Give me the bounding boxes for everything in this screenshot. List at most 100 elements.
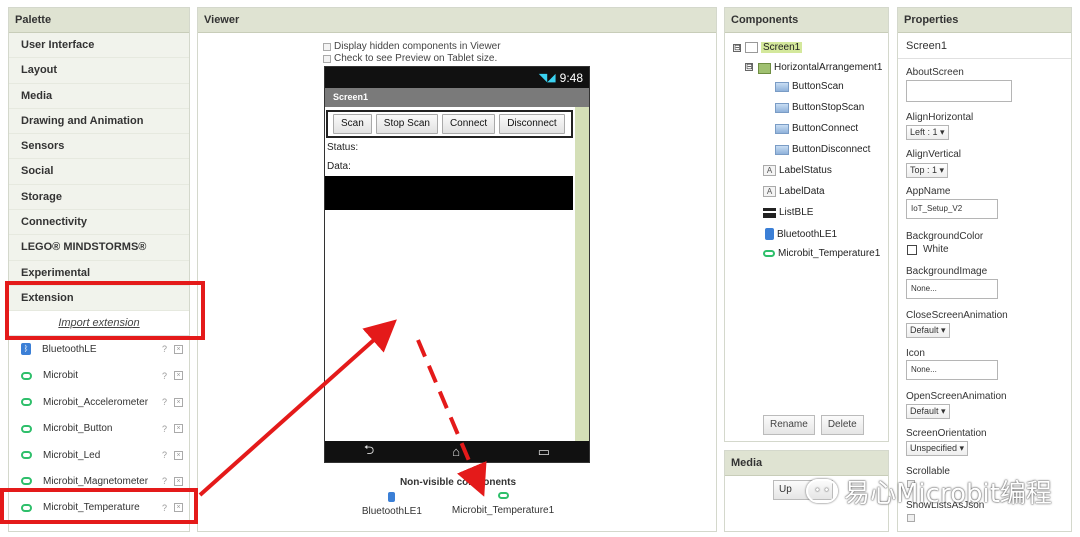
tree-node-buttonstopscan[interactable]: ButtonStopScan [775, 102, 864, 113]
home-icon[interactable]: ⌂ [452, 444, 460, 459]
open-animation-dropdown[interactable]: Default [906, 404, 950, 419]
list-ble[interactable] [325, 176, 573, 210]
status-label[interactable]: Status: [325, 138, 589, 157]
tree-node-buttonconnect[interactable]: ButtonConnect [775, 123, 858, 134]
microbit-icon [497, 492, 509, 499]
category-user-interface[interactable]: User Interface [9, 33, 189, 59]
checkbox-box[interactable] [323, 42, 331, 51]
display-hidden-checkbox[interactable]: Display hidden components in Viewer [323, 41, 501, 52]
show-lists-checkbox[interactable] [907, 514, 915, 522]
tree-node-screen1[interactable]: ⊟ Screen1 [733, 42, 803, 53]
checkbox-box[interactable] [323, 54, 331, 63]
help-icon[interactable]: ? [162, 371, 167, 381]
tree-node-buttonscan[interactable]: ButtonScan [775, 81, 844, 92]
phone-nav-bar: ⮌ ⌂ ▭ [325, 441, 589, 462]
tree-node-label: ButtonScan [792, 81, 844, 92]
remove-icon[interactable]: × [174, 450, 183, 460]
collapse-toggle-icon[interactable]: ⊟ [733, 43, 741, 52]
recent-apps-icon[interactable]: ▭ [538, 444, 550, 460]
category-sensors[interactable]: Sensors [9, 134, 189, 160]
extension-item-microbit-accelerometer[interactable]: Microbit_Accelerometer ? × [9, 389, 189, 415]
prop-icon-label: Icon [906, 348, 925, 359]
prop-align-horizontal-label: AlignHorizontal [906, 112, 974, 123]
orientation-dropdown[interactable]: Unspecified [906, 441, 969, 456]
tree-node-bluetoothle1[interactable]: BluetoothLE1 [765, 228, 837, 240]
non-visible-item-microbit-temperature1[interactable]: Microbit_Temperature1 [452, 492, 554, 517]
scan-button[interactable]: Scan [333, 114, 372, 134]
tree-node-buttondisconnect[interactable]: ButtonDisconnect [775, 144, 870, 155]
viewer-panel: Viewer Display hidden components in View… [197, 7, 717, 532]
tree-node-label: HorizontalArrangement1 [774, 61, 883, 73]
rename-button[interactable]: Rename [763, 415, 815, 435]
components-panel: Components ⊟ Screen1 ⊟ HorizontalArrange… [724, 7, 889, 442]
remove-icon[interactable]: × [174, 397, 183, 407]
help-icon[interactable]: ? [162, 397, 167, 407]
highlight-box-extension [5, 281, 205, 340]
prop-app-name-label: AppName [906, 186, 951, 197]
delete-button[interactable]: Delete [820, 415, 864, 435]
tree-node-listble[interactable]: ListBLE [763, 207, 813, 218]
data-label[interactable]: Data: [325, 157, 589, 176]
phone-time: 9:48 [559, 70, 583, 85]
button-icon [775, 102, 789, 113]
extension-label: Microbit_Button [43, 423, 113, 435]
extension-item-microbit-button[interactable]: Microbit_Button ? × [9, 415, 189, 441]
category-lego-mindstorms[interactable]: LEGO® MINDSTORMS® [9, 235, 189, 261]
extension-item-microbit[interactable]: Microbit ? × [9, 363, 189, 389]
extension-item-microbit-led[interactable]: Microbit_Led ? × [9, 442, 189, 468]
category-storage[interactable]: Storage [9, 184, 189, 211]
phone-scrollbar[interactable] [575, 107, 589, 441]
components-header: Components [725, 8, 888, 33]
category-social[interactable]: Social [9, 159, 189, 185]
color-swatch[interactable] [907, 245, 917, 255]
remove-icon[interactable]: × [174, 344, 183, 354]
collapse-toggle-icon[interactable]: ⊟ [745, 63, 753, 71]
bluetooth-icon: ᛒ [21, 343, 31, 356]
category-drawing-animation[interactable]: Drawing and Animation [9, 108, 189, 135]
non-visible-title: Non-visible components [399, 477, 517, 488]
tree-node-horizontal-arrangement1[interactable]: ⊟ HorizontalArrangement1 [745, 60, 882, 74]
arrangement-icon [758, 63, 771, 74]
tree-node-label: ListBLE [779, 207, 814, 218]
tablet-preview-checkbox[interactable]: Check to see Preview on Tablet size. [323, 53, 497, 64]
disconnect-button[interactable]: Disconnect [499, 114, 565, 134]
remove-icon[interactable]: × [174, 371, 183, 381]
stop-scan-button[interactable]: Stop Scan [375, 114, 438, 134]
horizontal-arrangement[interactable]: Scan Stop Scan Connect Disconnect [326, 110, 573, 138]
extension-label: BluetoothLE [42, 343, 97, 355]
category-media[interactable]: Media [9, 83, 189, 109]
category-connectivity[interactable]: Connectivity [9, 210, 189, 236]
help-icon[interactable]: ? [162, 476, 167, 486]
background-color-value[interactable]: White [923, 244, 949, 255]
close-animation-dropdown[interactable]: Default [906, 323, 950, 338]
highlight-box-temperature [0, 488, 198, 524]
properties-panel: Properties Screen1 AboutScreen AlignHori… [897, 7, 1072, 532]
tree-node-labelstatus[interactable]: A LabelStatus [763, 165, 832, 176]
help-icon[interactable]: ? [162, 424, 167, 434]
connect-button[interactable]: Connect [441, 114, 496, 134]
display-hidden-label: Display hidden components in Viewer [334, 41, 501, 52]
align-vertical-dropdown[interactable]: Top : 1 [906, 163, 949, 178]
extension-item-bluetoothle[interactable]: ᛒ BluetoothLE ? × [9, 336, 189, 362]
background-image-input[interactable]: None... [906, 279, 998, 299]
tree-node-microbit-temperature1[interactable]: Microbit_Temperature1 [763, 248, 880, 259]
icon-input[interactable]: None... [906, 360, 998, 380]
bluetooth-icon [765, 228, 774, 240]
remove-icon[interactable]: × [174, 424, 183, 434]
screen-icon [745, 42, 758, 53]
non-visible-label: BluetoothLE1 [361, 506, 422, 517]
help-icon[interactable]: ? [162, 450, 167, 460]
non-visible-item-bluetoothle1[interactable]: BluetoothLE1 [362, 492, 422, 517]
tree-node-label: BluetoothLE1 [777, 228, 838, 240]
phone-title-bar: Screen1 [325, 88, 589, 107]
extension-label: Microbit_Accelerometer [43, 396, 149, 408]
remove-icon[interactable]: × [174, 476, 183, 486]
back-icon[interactable]: ⮌ [364, 441, 374, 463]
about-screen-textarea[interactable] [906, 80, 1012, 102]
align-horizontal-dropdown[interactable]: Left : 1 [906, 125, 949, 140]
tree-node-labeldata[interactable]: A LabelData [763, 186, 825, 197]
category-layout[interactable]: Layout [9, 58, 189, 84]
app-name-input[interactable]: IoT_Setup_V2 [906, 199, 998, 219]
palette-header: Palette [9, 8, 189, 33]
help-icon[interactable]: ? [162, 344, 167, 354]
